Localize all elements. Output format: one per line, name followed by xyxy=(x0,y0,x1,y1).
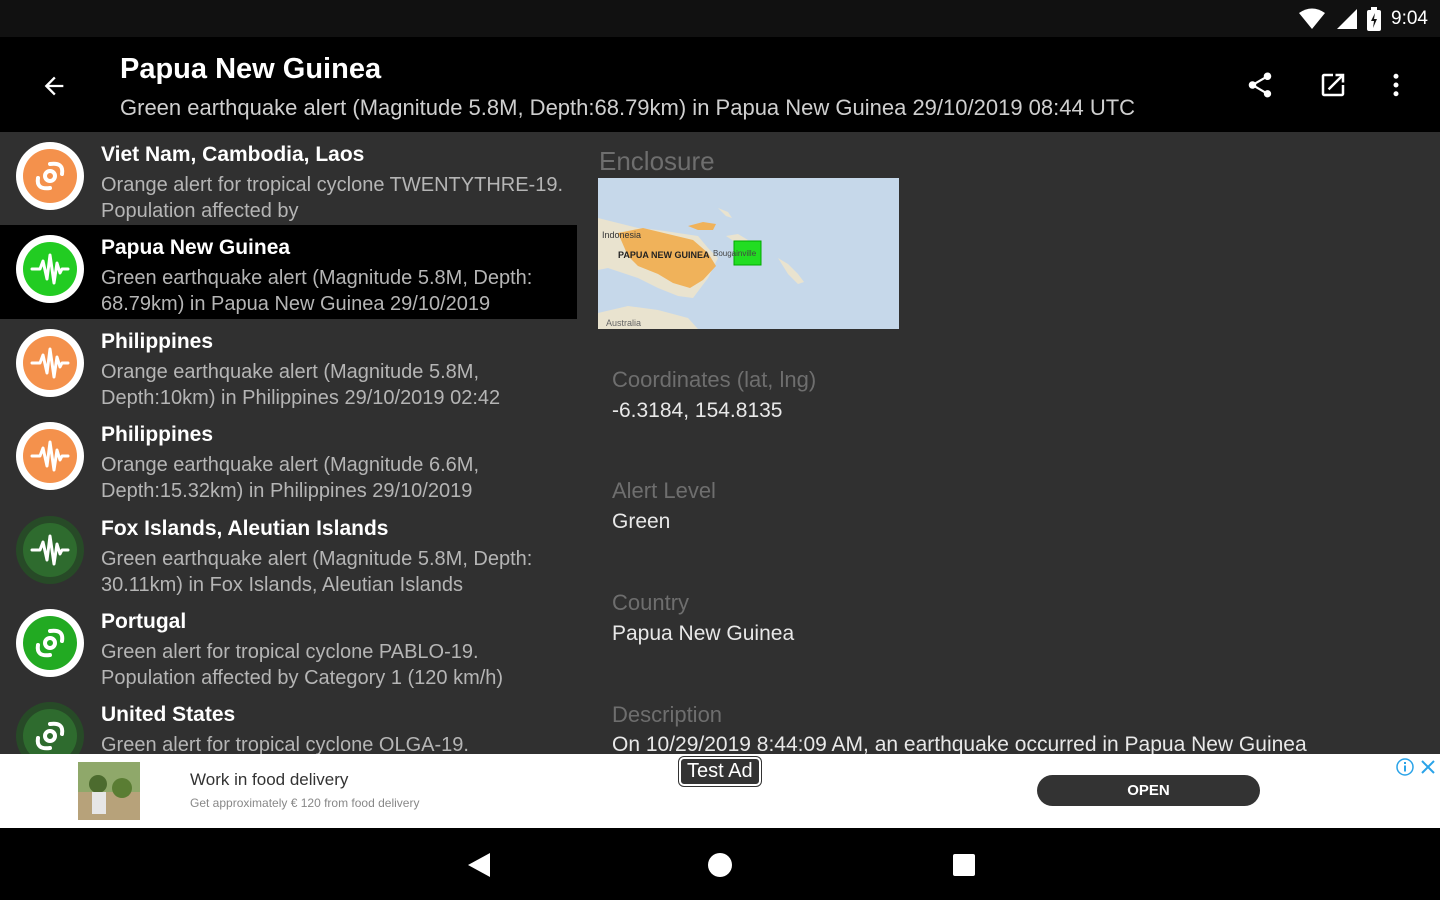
list-item-text: Philippines Orange earthquake alert (Magn… xyxy=(101,422,566,504)
map-label-indonesia: Indonesia xyxy=(602,230,641,240)
ad-close-icon[interactable] xyxy=(1419,758,1437,776)
cyclone-icon xyxy=(23,149,77,203)
list-item-title: Philippines xyxy=(101,329,214,353)
list-item-title: Papua New Guinea xyxy=(101,236,291,260)
country-value: Papua New Guinea xyxy=(612,622,795,645)
list-item-description: Green earthquake alert (Magnitude 5.8M, … xyxy=(101,267,533,316)
alert-type-badge xyxy=(16,515,84,584)
alert-type-badge xyxy=(16,422,84,491)
alert-level-label: Alert Level xyxy=(612,478,716,503)
ad-subtitle[interactable]: Get approximately € 120 from food delive… xyxy=(190,796,419,810)
ad-info-icon[interactable] xyxy=(1396,758,1414,776)
test-ad-badge: Test Ad xyxy=(679,757,761,786)
nav-home-button[interactable] xyxy=(703,848,737,882)
description-label: Description xyxy=(612,702,723,727)
nav-recents-button[interactable] xyxy=(947,848,981,882)
back-button[interactable] xyxy=(32,64,76,108)
list-item-description: Green earthquake alert (Magnitude 5.8M, … xyxy=(101,547,533,596)
alert-type-badge xyxy=(16,702,84,754)
status-bar: 9:04 xyxy=(0,0,1440,37)
alert-type-badge xyxy=(16,142,84,210)
list-item-text: Viet Nam, Cambodia, Laos Orange alert for… xyxy=(101,142,566,224)
list-item[interactable]: Portugal Green alert for tropical cyclone… xyxy=(0,599,577,692)
coordinates-value: -6.3184, 154.8135 xyxy=(612,399,783,422)
alert-type-badge xyxy=(16,235,84,304)
list-item-title: United States xyxy=(101,703,236,727)
list-item-title: Portugal xyxy=(101,609,187,633)
square-recents-icon xyxy=(953,854,975,876)
enclosure-label: Enclosure xyxy=(599,146,715,176)
list-item-description: Green alert for tropical cyclone PABLO-1… xyxy=(101,640,504,689)
list-item-description: Orange earthquake alert (Magnitude 6.6M,… xyxy=(101,454,479,503)
alert-list: Viet Nam, Cambodia, Laos Orange alert for… xyxy=(0,132,577,754)
earthquake-icon xyxy=(23,522,77,577)
triangle-back-icon xyxy=(468,853,490,877)
list-item-description: Orange earthquake alert (Magnitude 5.8M,… xyxy=(101,360,501,409)
open-in-new-icon xyxy=(1321,73,1345,97)
list-item[interactable]: Philippines Orange earthquake alert (Magn… xyxy=(0,319,577,412)
open-external-button[interactable] xyxy=(1311,63,1355,107)
earthquake-icon xyxy=(23,335,77,390)
share-button[interactable] xyxy=(1238,63,1282,107)
more-options-button[interactable] xyxy=(1374,63,1418,107)
ad-open-button[interactable]: OPEN xyxy=(1037,775,1260,806)
list-item-text: Papua New Guinea Green earthquake alert (… xyxy=(101,235,566,317)
clock: 9:04 xyxy=(1391,8,1428,29)
enclosure-map[interactable]: Indonesia PAPUA NEW GUINEA Bougainville … xyxy=(598,178,899,329)
alert-type-badge xyxy=(16,328,84,397)
arrow-back-icon xyxy=(44,76,64,96)
ad-title[interactable]: Work in food delivery xyxy=(190,770,348,790)
map-image: Indonesia PAPUA NEW GUINEA Bougainville … xyxy=(598,178,899,329)
list-item[interactable]: Fox Islands, Aleutian Islands Green earth… xyxy=(0,506,577,599)
circle-home-icon xyxy=(708,853,732,877)
app-bar: Papua New Guinea Green earthquake alert … xyxy=(0,37,1440,132)
list-item-title: Philippines xyxy=(101,423,214,447)
alert-type-badge xyxy=(16,608,84,677)
share-icon xyxy=(1248,72,1272,98)
map-label-australia: Australia xyxy=(606,318,641,328)
navigation-bar xyxy=(0,828,1440,900)
nav-back-button[interactable] xyxy=(462,848,496,882)
list-item[interactable]: Philippines Orange earthquake alert (Magn… xyxy=(0,412,577,505)
list-item[interactable]: Viet Nam, Cambodia, Laos Orange alert for… xyxy=(0,132,577,225)
map-label-png: PAPUA NEW GUINEA xyxy=(618,250,710,260)
list-item[interactable]: United States Green alert for tropical cy… xyxy=(0,692,577,754)
list-item-title: Viet Nam, Cambodia, Laos xyxy=(101,143,365,166)
list-item-text: United States Green alert for tropical cy… xyxy=(101,702,566,754)
coordinates-label: Coordinates (lat, lng) xyxy=(612,367,817,392)
list-item-description: Green alert for tropical cyclone OLGA-19… xyxy=(101,734,469,754)
list-item-title: Fox Islands, Aleutian Islands xyxy=(101,516,389,540)
ad-image[interactable] xyxy=(78,762,140,820)
list-item-text: Portugal Green alert for tropical cyclone… xyxy=(101,609,566,691)
list-item-description: Orange alert for tropical cyclone TWENTY… xyxy=(101,174,564,222)
more-vert-icon xyxy=(1393,73,1399,97)
page-title: Papua New Guinea xyxy=(120,53,382,85)
cyclone-icon xyxy=(23,615,77,670)
earthquake-icon xyxy=(23,429,77,484)
status-icons: 9:04 xyxy=(1299,5,1428,33)
country-label: Country xyxy=(612,590,690,615)
wifi-icon xyxy=(1299,8,1326,29)
description-value: On 10/29/2019 8:44:09 AM, an earthquake … xyxy=(612,733,1307,754)
ad-banner[interactable]: Work in food delivery Get approximately … xyxy=(0,754,1440,828)
earthquake-icon xyxy=(23,242,77,297)
page-subtitle: Green earthquake alert (Magnitude 5.8M, … xyxy=(120,95,1136,120)
map-label-bougainville: Bougainville xyxy=(713,249,757,258)
battery-icon xyxy=(1367,7,1382,31)
detail-pane: Enclosure Indonesia PAPUA NEW GUINEA Bou… xyxy=(577,132,1440,754)
list-item-text: Philippines Orange earthquake alert (Magn… xyxy=(101,329,566,411)
list-item-text: Fox Islands, Aleutian Islands Green earth… xyxy=(101,516,566,598)
cyclone-icon xyxy=(23,709,77,754)
signal-icon xyxy=(1337,9,1358,29)
list-item[interactable]: Papua New Guinea Green earthquake alert (… xyxy=(0,225,577,319)
alert-level-value: Green xyxy=(612,510,671,533)
